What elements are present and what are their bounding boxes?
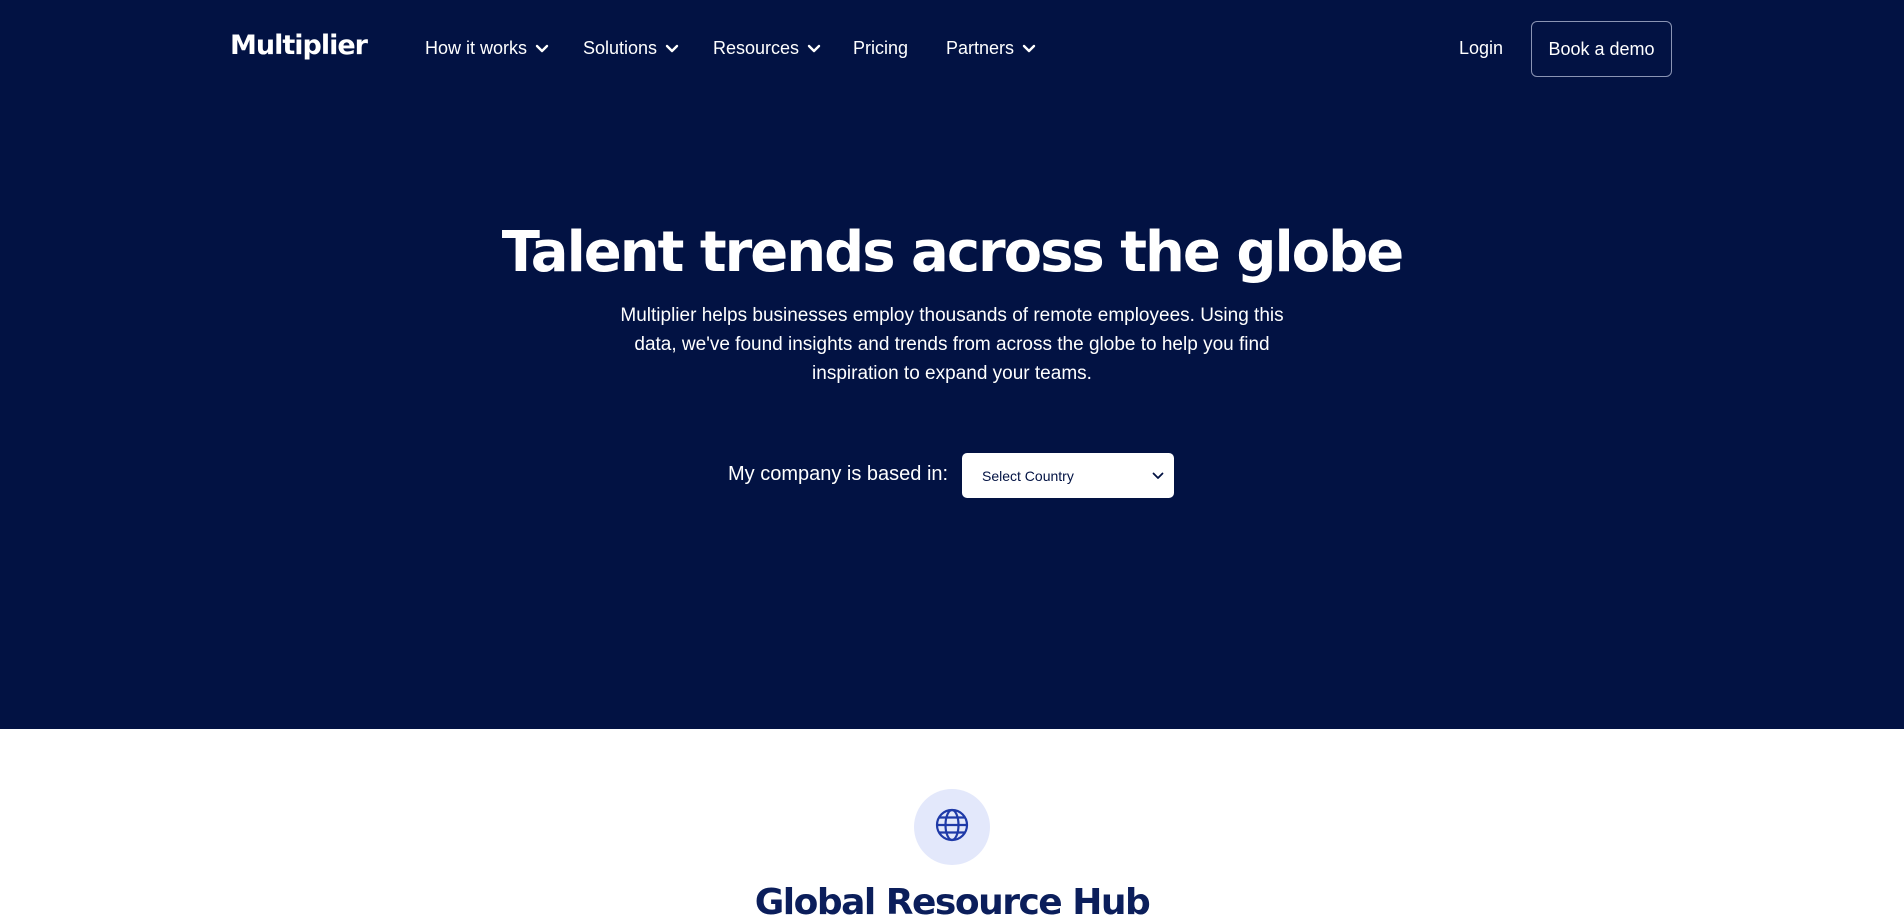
country-select[interactable]: Select Country [962, 453, 1174, 498]
top-navigation: Multiplier How it works Solutions Resour… [0, 0, 1904, 99]
hero-description: Multiplier helps businesses employ thous… [620, 305, 1284, 384]
hero-section: Multiplier How it works Solutions Resour… [0, 0, 1904, 729]
nav-item-pricing[interactable]: Pricing [853, 38, 908, 59]
hub-title: Global Resource Hub [754, 882, 1151, 923]
globe-icon-badge [914, 789, 990, 865]
nav-item-how-it-works[interactable]: How it works [425, 38, 549, 59]
chevron-down-icon [807, 44, 821, 54]
chevron-down-icon [1022, 44, 1036, 54]
hero-title: Talent trends across the globe [501, 220, 1404, 285]
nav-item-label: Solutions [583, 38, 658, 58]
company-location-label: My company is based in: [728, 463, 949, 485]
nav-item-solutions[interactable]: Solutions [583, 38, 679, 59]
nav-item-label: How it works [425, 38, 528, 58]
country-select-value: Select Country [982, 467, 1074, 484]
nav-item-label: Partners [946, 38, 1015, 58]
chevron-down-icon [535, 44, 549, 54]
globe-icon [934, 807, 970, 848]
nav-item-label: Resources [713, 38, 800, 58]
nav-item-partners[interactable]: Partners [946, 38, 1036, 59]
logo[interactable]: Multiplier [230, 30, 368, 61]
chevron-down-icon [1152, 467, 1164, 485]
login-link[interactable]: Login [1459, 38, 1503, 59]
nav-item-resources[interactable]: Resources [713, 38, 821, 59]
book-demo-button[interactable]: Book a demo [1531, 21, 1672, 77]
nav-item-label: Pricing [853, 38, 909, 58]
chevron-down-icon [665, 44, 679, 54]
